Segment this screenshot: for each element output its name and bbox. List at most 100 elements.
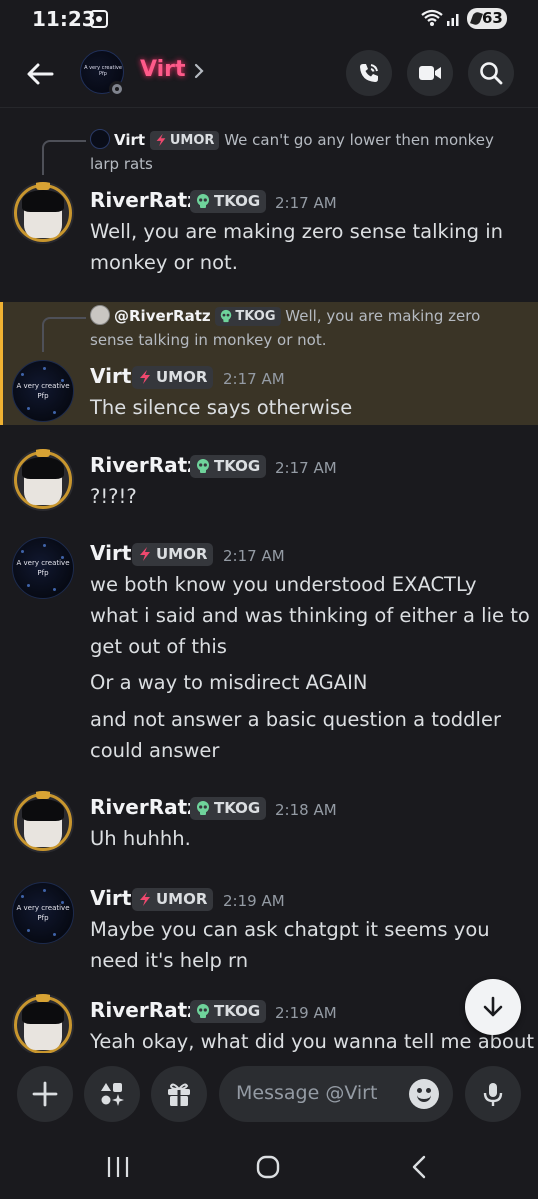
- back-nav-icon[interactable]: [408, 1154, 430, 1180]
- message-item[interactable]: Virt UMOR We can't go any lower then mon…: [0, 109, 538, 299]
- lightning-icon: [140, 370, 150, 384]
- emoji-icon[interactable]: [409, 1079, 439, 1109]
- reply-tag: TKOG: [215, 307, 281, 326]
- user-tag[interactable]: TKOG: [190, 1000, 267, 1023]
- user-tag-label: TKOG: [214, 192, 261, 210]
- video-call-icon: [419, 66, 441, 80]
- user-tag-label: TKOG: [214, 1002, 261, 1020]
- attach-button[interactable]: [17, 1066, 73, 1122]
- search-icon: [480, 62, 503, 85]
- avatar[interactable]: A very creative Pfp: [12, 537, 74, 599]
- search-button[interactable]: [468, 50, 514, 96]
- voice-message-button[interactable]: [465, 1066, 521, 1122]
- message-username[interactable]: RiverRatz: [90, 795, 199, 819]
- message-username[interactable]: Virt: [90, 541, 131, 565]
- voice-call-button[interactable]: [346, 50, 392, 96]
- user-tag-label: UMOR: [156, 368, 208, 386]
- reply-avatar: [90, 129, 110, 149]
- avatar[interactable]: [12, 791, 74, 853]
- jump-to-bottom-button[interactable]: [465, 979, 521, 1035]
- message-timestamp: 2:18 AM: [275, 801, 337, 819]
- message-timestamp: 2:17 AM: [223, 370, 285, 388]
- message-text: and not answer a basic question a toddle…: [90, 708, 501, 762]
- arrow-down-icon: [483, 996, 503, 1017]
- home-icon[interactable]: [255, 1154, 281, 1180]
- avatar[interactable]: A very creative Pfp: [12, 360, 74, 422]
- video-call-button[interactable]: [407, 50, 453, 96]
- offline-status-icon: [109, 81, 125, 97]
- message-username[interactable]: RiverRatz: [90, 453, 199, 477]
- message-username[interactable]: Virt: [90, 886, 131, 910]
- signal-icon: [447, 14, 459, 26]
- skull-icon: [221, 309, 232, 323]
- skull-icon: [197, 1004, 209, 1018]
- recents-icon[interactable]: [105, 1155, 131, 1179]
- message-text: Or a way to misdirect AGAIN: [90, 671, 368, 694]
- user-tag-label: TKOG: [214, 799, 261, 817]
- message-text: The silence says otherwise: [90, 396, 353, 419]
- lightning-icon: [156, 133, 166, 147]
- user-tag-label: UMOR: [156, 545, 208, 563]
- gift-button[interactable]: [151, 1066, 207, 1122]
- avatar[interactable]: [12, 994, 74, 1053]
- apps-button[interactable]: [84, 1066, 140, 1122]
- message-text: we both know you understood EXACTLy what…: [90, 573, 530, 658]
- message-text: Uh huhhh.: [90, 827, 191, 850]
- voice-call-icon: [360, 64, 378, 82]
- battery-indicator: 63: [467, 8, 507, 29]
- message-item[interactable]: A very creative Pfp Virt UMOR 2:17 AM we…: [0, 532, 538, 772]
- reply-tag-label: TKOG: [235, 309, 276, 324]
- lightning-icon: [140, 892, 150, 906]
- highlighted-message[interactable]: @RiverRatz TKOG Well, you are making zer…: [0, 302, 538, 425]
- message-composer: Message @Virt: [0, 1053, 538, 1135]
- skull-icon: [197, 459, 209, 473]
- user-tag[interactable]: UMOR: [132, 543, 214, 566]
- user-tag[interactable]: UMOR: [132, 366, 214, 389]
- message-item[interactable]: A very creative Pfp Virt UMOR 2:19 AM Ma…: [0, 877, 538, 987]
- message-timestamp: 2:19 AM: [275, 1004, 337, 1022]
- reply-spine: [42, 317, 86, 352]
- reply-tag-label: UMOR: [169, 133, 215, 148]
- message-text: Maybe you can ask chatgpt it seems you n…: [90, 918, 490, 972]
- message-input[interactable]: Message @Virt: [219, 1066, 453, 1122]
- user-tag[interactable]: TKOG: [190, 797, 267, 820]
- message-username[interactable]: RiverRatz: [90, 188, 199, 212]
- apps-icon: [101, 1083, 124, 1106]
- skull-icon: [197, 801, 209, 815]
- message-username[interactable]: RiverRatz: [90, 998, 199, 1022]
- chevron-right-icon[interactable]: [193, 63, 205, 79]
- header-username[interactable]: Virt: [140, 57, 186, 82]
- skull-icon: [197, 194, 209, 208]
- message-item[interactable]: RiverRatz TKOG 2:18 AM Uh huhhh.: [0, 786, 538, 866]
- lightning-icon: [140, 547, 150, 561]
- user-tag-label: TKOG: [214, 457, 261, 475]
- user-tag[interactable]: TKOG: [190, 190, 267, 213]
- reply-preview[interactable]: @RiverRatz TKOG Well, you are making zer…: [90, 304, 526, 352]
- back-arrow-icon[interactable]: [24, 58, 56, 90]
- user-tag-label: UMOR: [156, 890, 208, 908]
- reply-spine: [42, 140, 86, 175]
- battery-level: 63: [482, 9, 503, 27]
- user-tag[interactable]: TKOG: [190, 455, 267, 478]
- message-timestamp: 2:19 AM: [223, 892, 285, 910]
- reply-preview[interactable]: Virt UMOR We can't go any lower then mon…: [90, 128, 526, 176]
- microphone-icon: [483, 1083, 503, 1106]
- system-nav-bar: [0, 1135, 538, 1199]
- message-list[interactable]: Virt UMOR We can't go any lower then mon…: [0, 109, 538, 1053]
- message-text: Yeah okay, what did you wanna tell me ab…: [90, 1030, 534, 1053]
- reply-avatar: [90, 305, 110, 325]
- avatar-text: A very creative Pfp: [16, 382, 70, 400]
- avatar-text: A very creative Pfp: [84, 65, 122, 77]
- user-tag[interactable]: UMOR: [132, 888, 214, 911]
- plus-icon: [32, 1081, 58, 1107]
- wifi-icon: [421, 9, 443, 26]
- dm-header: A very creative Pfp Virt: [0, 38, 538, 108]
- reply-username: @RiverRatz: [114, 307, 211, 325]
- avatar[interactable]: [12, 182, 74, 244]
- message-item[interactable]: RiverRatz TKOG 2:17 AM ?!?!?: [0, 444, 538, 524]
- avatar[interactable]: A very creative Pfp: [12, 882, 74, 944]
- message-item[interactable]: RiverRatz TKOG 2:19 AM Yeah okay, what d…: [0, 989, 538, 1053]
- message-username[interactable]: Virt: [90, 364, 131, 388]
- screenshot-icon: [90, 10, 108, 28]
- avatar[interactable]: [12, 449, 74, 511]
